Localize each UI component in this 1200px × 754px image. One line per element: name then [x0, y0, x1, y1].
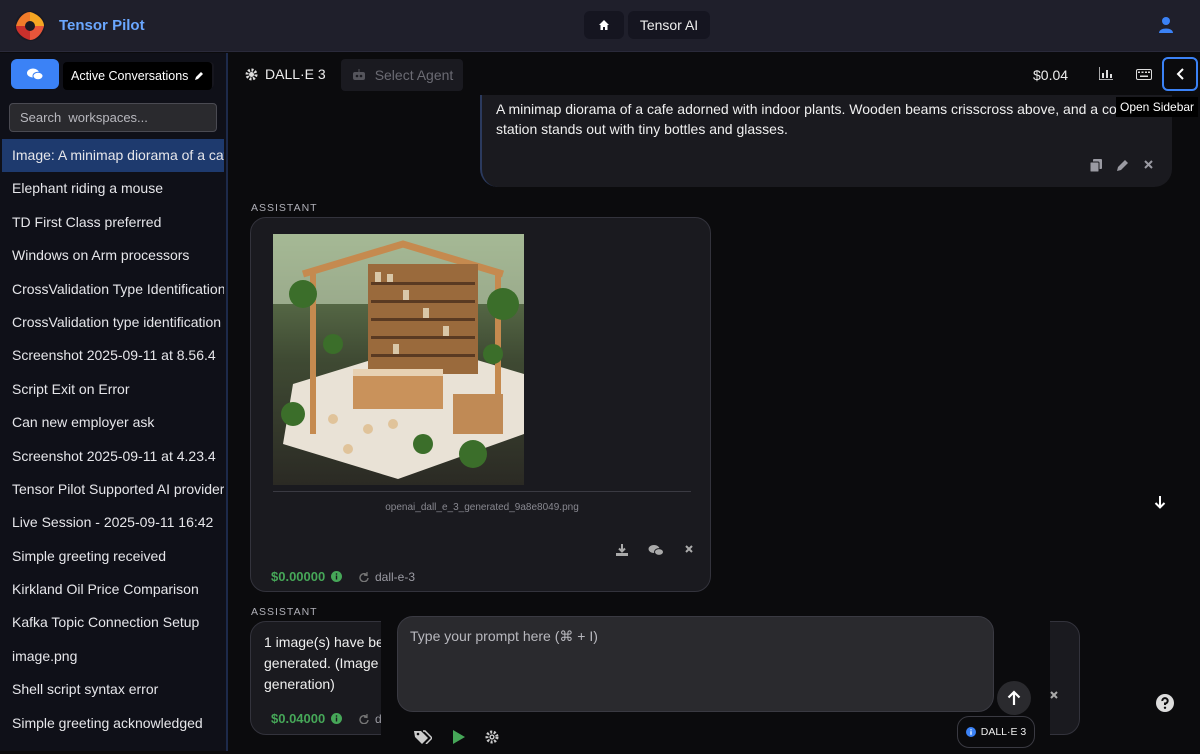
conversation-item[interactable]: Tensor Pilot Supported AI providers [2, 473, 224, 506]
model-badge[interactable]: DALL·E 3 [957, 716, 1035, 748]
brand-name[interactable]: Tensor Pilot [59, 17, 145, 34]
tensor-pilot-logo[interactable] [14, 10, 46, 42]
bar-chart-icon[interactable] [1099, 67, 1113, 80]
close-icon[interactable] [1143, 159, 1154, 170]
active-conversations-tooltip: Active Conversations [63, 62, 213, 90]
composer-tools [414, 730, 499, 744]
gear-icon[interactable] [485, 730, 499, 744]
message-cost: $0.04000 [271, 711, 343, 726]
model-badge-label: DALL·E 3 [980, 726, 1027, 738]
conversation-item[interactable]: CrossValidation Type Identification [2, 273, 224, 306]
user-message-line: station stands out with tiny bottles and… [496, 120, 788, 137]
assistant-role-label: ASSISTANT [251, 202, 318, 214]
tensor-ai-button[interactable]: Tensor AI [628, 11, 710, 39]
arrow-up-icon [1007, 690, 1021, 705]
chat-header: DALL·E 3 Select Agent $0.04 [230, 53, 1200, 95]
image-divider [273, 491, 691, 492]
close-icon[interactable] [684, 544, 694, 554]
message-cost: $0.00000 [271, 569, 343, 584]
conversation-item[interactable]: Script Exit on Error [2, 373, 224, 406]
conversation-list: Image: A minimap diorama of a cafe adorn… [2, 139, 224, 740]
select-agent-label: Select Agent [374, 67, 454, 83]
keyboard-icon[interactable] [1136, 69, 1152, 80]
user-message: A minimap diorama of a cafe adorned with… [480, 93, 1172, 187]
conversation-item[interactable]: Simple greeting received [2, 540, 224, 573]
open-sidebar-button[interactable] [1162, 57, 1198, 91]
robot-icon [352, 69, 365, 80]
conversation-item[interactable]: Windows on Arm processors [2, 239, 224, 272]
edit-icon[interactable] [1116, 159, 1129, 172]
user-message-text: A minimap diorama of a cafe adorned with… [496, 100, 1156, 139]
message-cost-value: $0.04000 [271, 711, 326, 726]
chevron-left-icon [1176, 68, 1184, 80]
conversation-item[interactable]: Kafka Topic Connection Setup [2, 606, 224, 639]
top-bar: Tensor Pilot Tensor AI [0, 0, 1200, 52]
assistant-role-label: ASSISTANT [251, 606, 318, 618]
info-icon [965, 727, 976, 737]
chat-bubbles-icon [27, 68, 44, 81]
chat-bubbles-icon[interactable] [648, 544, 664, 556]
message-model: dall-e-3 [359, 570, 415, 584]
refresh-icon[interactable] [359, 714, 369, 724]
image-actions [616, 544, 694, 556]
conversation-item[interactable]: Screenshot 2025-09-11 at 4.23.4 [2, 440, 224, 473]
open-sidebar-tooltip: Open Sidebar [1116, 97, 1199, 117]
conversation-item[interactable]: Live Session - 2025-09-11 16:42 [2, 506, 224, 539]
gear-icon [245, 68, 258, 80]
model-selector[interactable]: DALL·E 3 [245, 66, 326, 82]
close-icon[interactable] [1049, 690, 1059, 700]
message-model-name: dall-e-3 [375, 570, 416, 584]
conversation-item[interactable]: Image: A minimap diorama of a cafe adorn… [2, 139, 224, 173]
tooltip-label: Active Conversations [71, 69, 189, 83]
prompt-input[interactable] [397, 616, 994, 712]
chat-main: A minimap diorama of a cafe adorned with… [230, 53, 1200, 754]
download-icon[interactable] [616, 544, 628, 556]
arrow-down-icon[interactable] [1154, 496, 1166, 510]
home-icon [599, 20, 609, 30]
info-icon[interactable] [331, 571, 343, 582]
user-message-actions [1090, 159, 1154, 172]
home-button[interactable] [584, 11, 624, 39]
conversation-item[interactable]: Can new employer ask [2, 406, 224, 439]
copy-icon[interactable] [1090, 159, 1102, 172]
conversations-button[interactable] [11, 59, 59, 89]
model-name: DALL·E 3 [265, 66, 326, 82]
conversation-item[interactable]: Shell script syntax error [2, 673, 224, 706]
send-button[interactable] [997, 681, 1031, 715]
refresh-icon[interactable] [359, 572, 369, 582]
generated-image[interactable] [273, 234, 524, 485]
user-icon[interactable] [1158, 16, 1174, 34]
tags-icon[interactable] [414, 730, 432, 744]
pencil-icon [195, 72, 204, 80]
assistant-message: openai_dall_e_3_generated_9a8e8049.png $… [250, 217, 711, 592]
conversation-item[interactable]: Elephant riding a mouse [2, 172, 224, 205]
select-agent-button[interactable]: Select Agent [341, 59, 463, 91]
info-icon[interactable] [331, 713, 343, 724]
user-message-line: A minimap diorama of a cafe adorned with… [496, 101, 1156, 117]
workspace-search-input[interactable] [9, 103, 217, 132]
conversation-cost: $0.04 [1033, 67, 1069, 83]
play-icon[interactable] [452, 730, 465, 744]
conversation-item[interactable]: Screenshot 2025-09-11 at 8.56.4 [2, 339, 224, 372]
help-icon[interactable] [1156, 694, 1174, 712]
conversation-item[interactable]: image.png [2, 640, 224, 673]
conversation-item[interactable]: CrossValidation type identification [2, 306, 224, 339]
conversation-item[interactable]: Kirkland Oil Price Comparison [2, 573, 224, 606]
conversation-item[interactable]: Simple greeting acknowledged [2, 707, 224, 740]
conversation-item[interactable]: TD First Class preferred [2, 206, 224, 239]
message-cost-value: $0.00000 [271, 569, 326, 584]
sidebar: Active Conversations Image: A minimap di… [0, 53, 228, 751]
image-filename: openai_dall_e_3_generated_9a8e8049.png [385, 502, 579, 513]
